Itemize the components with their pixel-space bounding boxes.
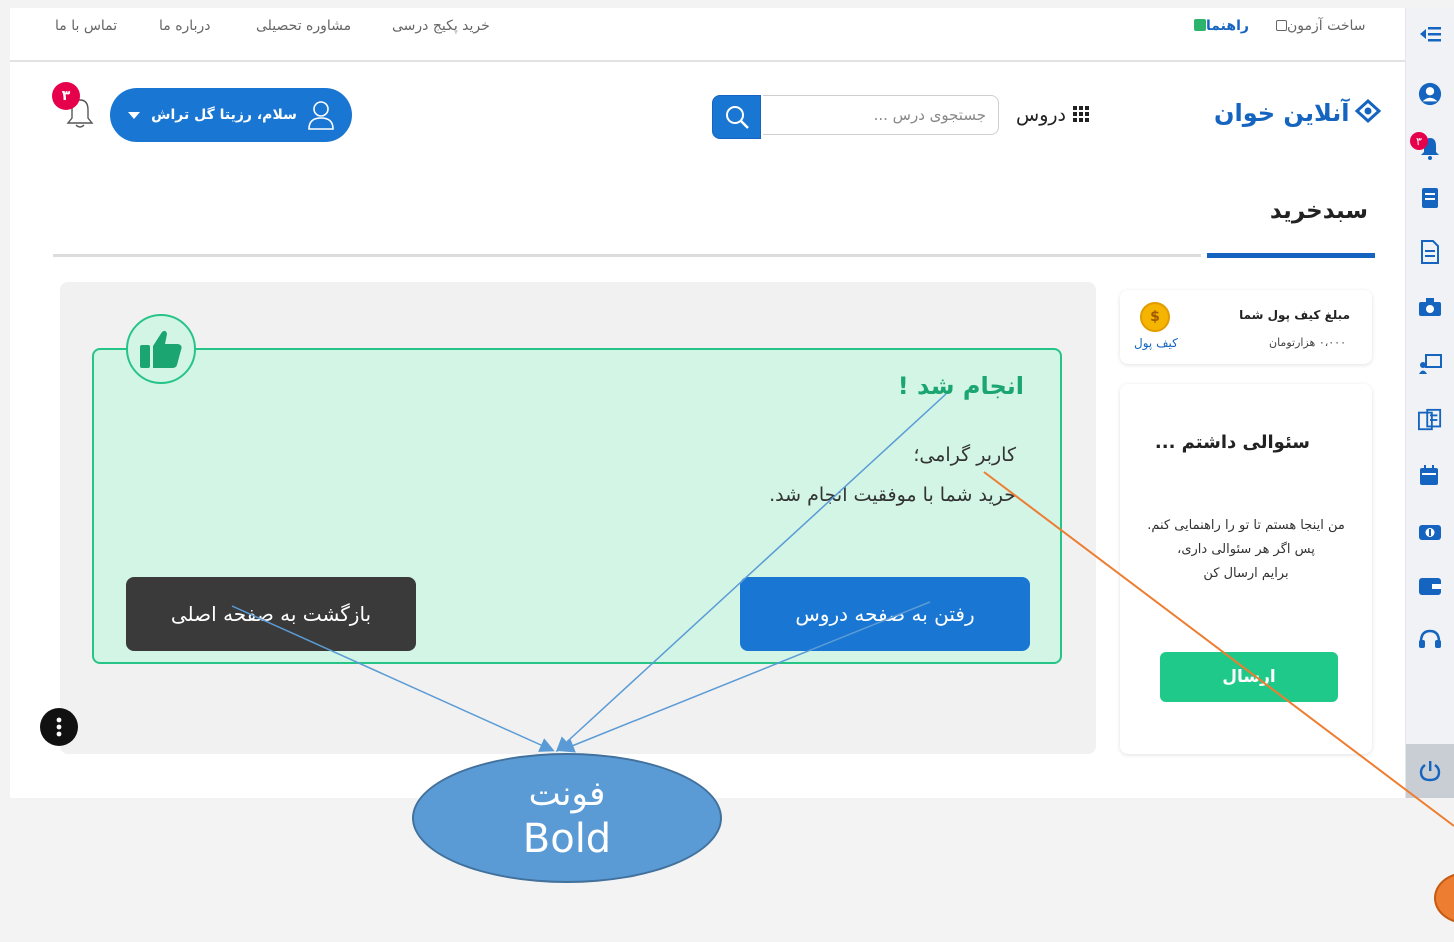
annotation-label-line1: فونت (528, 774, 606, 814)
money-icon[interactable] (1418, 520, 1442, 544)
question-card: سئوالی داشتم ... من اینجا هستم تا تو را … (1120, 384, 1372, 754)
go-courses-button[interactable]: رفتن به صفحه دروس (740, 577, 1030, 651)
question-text-1: من اینجا هستم تا تو را راهنمایی کنم. (1147, 518, 1345, 533)
top-bar (10, 8, 1406, 62)
user-menu-button[interactable]: سلام، رزیتا گل تراش (110, 88, 352, 142)
grid-icon (1073, 106, 1090, 122)
annotation-callout: فونت Bold (412, 753, 722, 883)
power-icon (1419, 761, 1441, 782)
search-input[interactable] (763, 95, 999, 135)
title-underline (1207, 253, 1375, 258)
success-title: انجام شد ! (897, 372, 1024, 400)
success-greeting: کاربر گرامی؛ (913, 444, 1016, 466)
user-greeting: سلام، رزیتا گل تراش (151, 107, 297, 123)
question-text-3: برایم ارسال کن (1203, 566, 1289, 581)
more-options-button[interactable] (40, 708, 78, 746)
search-box (712, 95, 999, 139)
question-text-2: پس اگر هر سئوالی داری، (1177, 542, 1315, 557)
quiz-icon (1276, 20, 1287, 31)
wallet-balance: ۰،۰۰۰ هزارتومان (1269, 336, 1346, 349)
exam-icon[interactable] (1418, 296, 1442, 320)
annotation-orange-callout (1434, 872, 1454, 924)
kebab-icon (56, 717, 62, 737)
contact-link[interactable]: تماس با ما (55, 18, 117, 34)
question-title: سئوالی داشتم ... (1154, 432, 1310, 453)
guide-link[interactable]: راهنما (1190, 18, 1249, 34)
calendar-icon[interactable] (1418, 464, 1442, 488)
coin-icon: $ (1140, 302, 1170, 332)
thumbs-up-icon (140, 330, 182, 368)
send-question-button[interactable]: ارسال (1160, 652, 1338, 702)
consulting-link[interactable]: مشاوره تحصیلی (256, 18, 351, 34)
logo-text: آنلاین خوان (1214, 99, 1350, 127)
annotation-label-line2: Bold (522, 816, 612, 862)
user-icon (308, 101, 334, 130)
wallet-icon[interactable] (1418, 574, 1442, 598)
site-logo[interactable]: آنلاین خوان (1214, 98, 1383, 127)
notification-badge: ۳ (52, 82, 80, 110)
support-icon[interactable] (1418, 628, 1442, 652)
logo-icon (1355, 98, 1382, 124)
success-message: خرید شما با موفقیت انجام شد. (769, 484, 1016, 506)
sidebar-notification-badge: ۳ (1410, 132, 1428, 150)
user-icon[interactable] (1418, 82, 1442, 106)
help-icon (1194, 19, 1206, 31)
wallet-link[interactable]: کیف پول (1134, 336, 1178, 350)
thumbs-up-badge (126, 314, 196, 384)
package-icon[interactable] (1418, 408, 1442, 432)
wallet-card: مبلغ کیف پول شما ۰،۰۰۰ هزارتومان $ کیف پ… (1120, 290, 1372, 364)
courses-menu[interactable]: دروس (1016, 104, 1090, 126)
title-divider (53, 254, 1201, 257)
classroom-icon[interactable] (1418, 352, 1442, 376)
quiz-builder-label: ساخت آزمون (1287, 18, 1366, 34)
page-title: سبدخرید (1269, 198, 1368, 224)
quiz-builder-link[interactable]: ساخت آزمون (1272, 18, 1366, 34)
buy-package-link[interactable]: خرید پکیج درسی (392, 18, 490, 34)
icon-sidebar: ۳ (1405, 8, 1454, 798)
search-button[interactable] (712, 95, 761, 139)
wallet-label: مبلغ کیف پول شما (1239, 308, 1350, 322)
caret-down-icon (128, 112, 141, 119)
search-icon (725, 106, 749, 129)
go-home-button[interactable]: بازگشت به صفحه اصلی (126, 577, 416, 651)
logout-button[interactable] (1406, 744, 1454, 798)
about-link[interactable]: درباره ما (159, 18, 210, 34)
book-icon[interactable] (1418, 186, 1442, 210)
guide-label: راهنما (1206, 18, 1249, 34)
courses-label: دروس (1016, 104, 1067, 126)
document-icon[interactable] (1418, 240, 1442, 264)
menu-collapse-icon[interactable] (1418, 22, 1442, 46)
